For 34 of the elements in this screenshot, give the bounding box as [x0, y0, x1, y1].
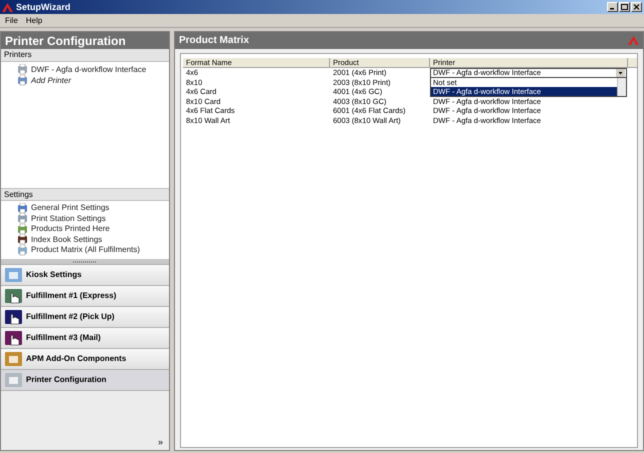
- hand-icon: [5, 309, 22, 325]
- settings-item[interactable]: Product Matrix (All Fulfilments): [17, 245, 169, 256]
- close-icon: [633, 4, 640, 10]
- nav-button[interactable]: Fulfillment #1 (Express): [1, 285, 169, 306]
- section-header: Settings: [1, 188, 169, 201]
- close-button[interactable]: [631, 2, 642, 12]
- printer-item[interactable]: Add Printer: [17, 75, 169, 86]
- maximize-icon: [621, 4, 628, 10]
- scrollbar[interactable]: [617, 78, 626, 96]
- hand-icon: [5, 330, 22, 346]
- window-title: SetupWizard: [16, 2, 70, 12]
- settings-item[interactable]: Products Printed Here: [17, 224, 169, 234]
- nav-button[interactable]: Printer Configuration: [1, 369, 169, 390]
- dropdown-arrow-icon: [616, 69, 625, 77]
- panel-header: Printer Configuration: [1, 32, 169, 49]
- nav-button[interactable]: Kiosk Settings: [1, 264, 169, 285]
- logo-icon: [628, 36, 639, 45]
- nav-button[interactable]: Fulfillment #2 (Pick Up): [1, 306, 169, 327]
- maximize-button[interactable]: [619, 2, 630, 12]
- printer-item[interactable]: DWF - Agfa d-workflow Interface: [17, 64, 169, 75]
- panel-header: Product Matrix: [179, 36, 250, 46]
- settings-item[interactable]: Print Station Settings: [17, 214, 169, 224]
- section-header: Printers: [1, 49, 169, 62]
- nav-button[interactable]: Fulfillment #3 (Mail): [1, 327, 169, 348]
- add-printer-icon: [17, 75, 28, 86]
- menu-item[interactable]: Help: [26, 16, 42, 24]
- settings-item[interactable]: Index Book Settings: [17, 234, 169, 245]
- settings-item[interactable]: General Print Settings: [17, 203, 169, 214]
- minimize-button[interactable]: [607, 2, 618, 12]
- app-logo-icon: [2, 2, 13, 12]
- nav-button[interactable]: APM Add-On Components: [1, 348, 169, 369]
- hand-icon: [5, 288, 22, 304]
- menu-item[interactable]: File: [5, 16, 18, 24]
- more-button[interactable]: »: [158, 438, 163, 447]
